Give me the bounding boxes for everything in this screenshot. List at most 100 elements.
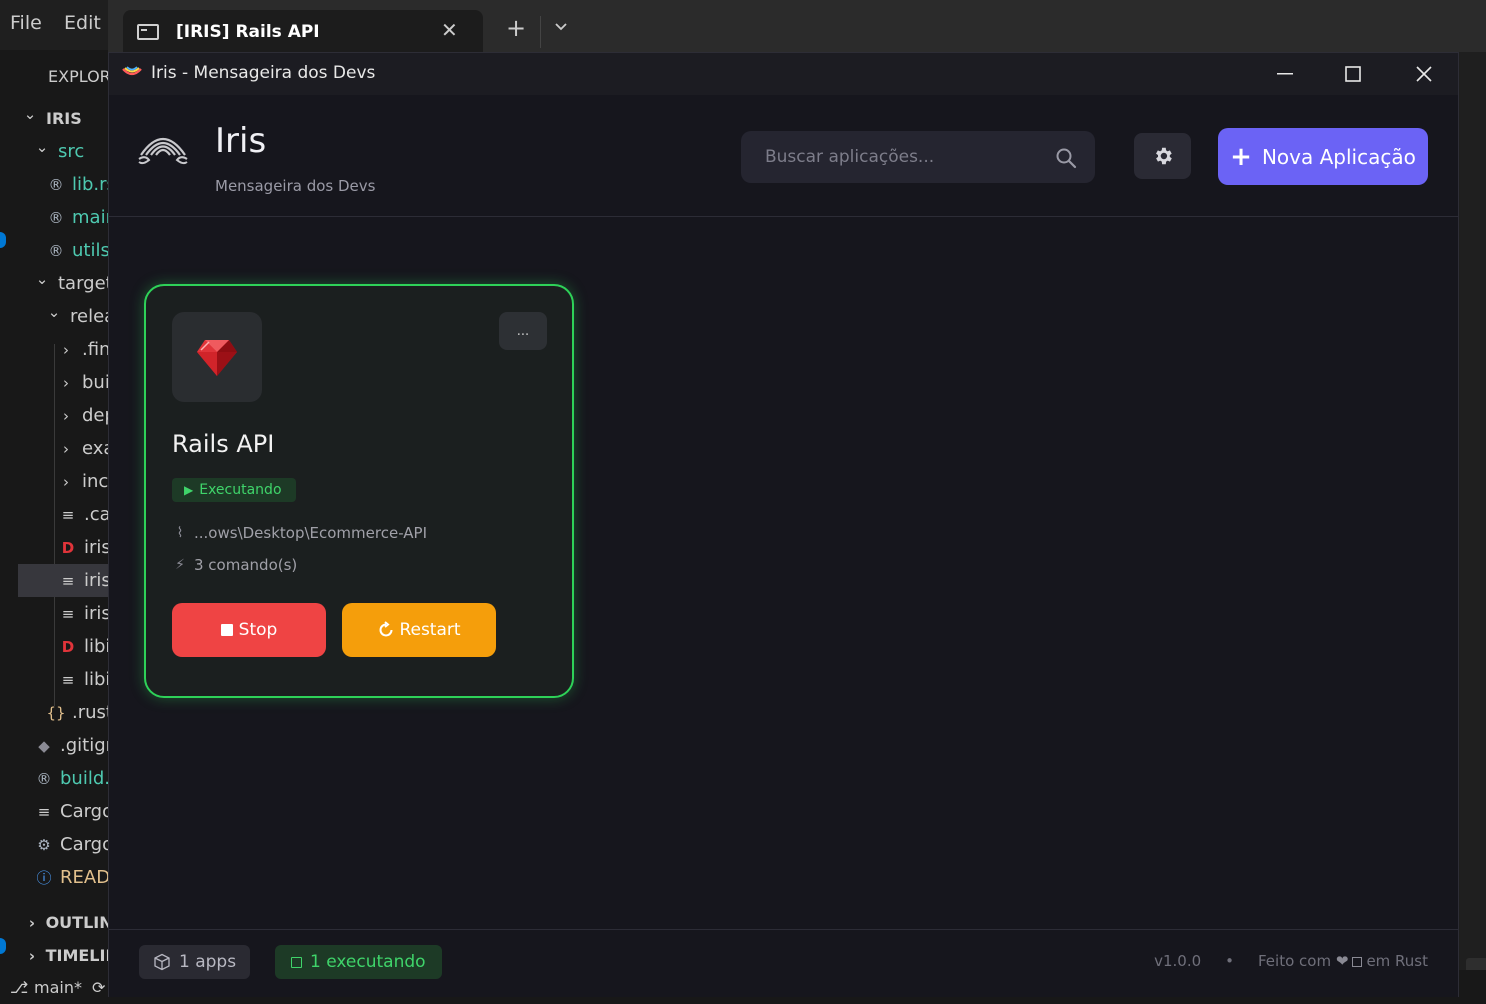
close-button[interactable]	[1389, 53, 1459, 95]
tree-item[interactable]: ⌄ IRIS	[18, 102, 110, 135]
app-path-text: ...ows\Desktop\Ecommerce-API	[194, 524, 428, 542]
terminal-tabbar: [IRIS] Rails API ✕ +	[108, 0, 1486, 52]
tree-item[interactable]: ® main.rs	[18, 201, 111, 234]
rainbow-logo-icon	[138, 138, 188, 165]
tree-item[interactable]: › examples	[18, 432, 110, 465]
stop-button[interactable]: Stop	[172, 603, 326, 657]
explorer-panel: EXPLORER ⌄ IRIS ⌄ src ® lib.rs ® main.rs ® utils.…	[18, 50, 110, 970]
search-icon[interactable]	[1055, 147, 1077, 169]
branch-name[interactable]: main*	[34, 978, 82, 997]
footer-separator: •	[1225, 952, 1234, 970]
running-icon	[291, 956, 302, 968]
tree-item-label: release	[70, 306, 110, 327]
vscode-menubar: File Edit	[0, 0, 108, 50]
tree-item[interactable]: › incremental	[18, 465, 110, 498]
app-path: ⌇ ...ows\Desktop\Ecommerce-API	[172, 524, 427, 542]
stop-icon	[220, 624, 233, 636]
tree-item[interactable]: ≡ iris.pdb	[18, 597, 110, 630]
tree-item-label: .cargo-lock	[84, 504, 110, 525]
tree-item[interactable]: ◆ .gitignore	[18, 729, 110, 762]
chevron-right-icon: ›	[63, 439, 69, 458]
chevron-down-icon: ⌄	[23, 104, 37, 123]
tree-item[interactable]: ⌄ release	[18, 300, 110, 333]
app-name: Rails API	[172, 430, 275, 458]
tree-item-label: iris.pdb	[84, 603, 110, 624]
running-count-badge: 1 executando	[275, 945, 442, 979]
sync-icon[interactable]: ⟳	[92, 978, 105, 997]
apps-grid: ... Rails API ▶ Executando ⌇ ...ows\Desk…	[109, 218, 1458, 928]
stop-label: Stop	[238, 620, 278, 640]
tree-item-label: main.rs	[72, 207, 110, 228]
tree-item[interactable]: › .fingerprint	[18, 333, 110, 366]
tree-item-label: iris.d	[84, 537, 110, 558]
plus-icon: +	[1230, 141, 1252, 172]
tree-item[interactable]: ⓘ README.md	[18, 861, 110, 894]
chevron-down-icon[interactable]	[554, 20, 568, 36]
tree-item-label: .fingerprint	[82, 339, 110, 360]
tree-item[interactable]: ® build.rs	[18, 762, 111, 795]
tree-item[interactable]: ≡ iris.exe	[18, 564, 110, 597]
tree-item[interactable]: › build	[18, 366, 110, 399]
new-app-label: Nova Aplicação	[1261, 144, 1416, 169]
lightning-icon: ⚡	[175, 557, 185, 573]
app-header: Iris Mensageira dos Devs + Nova Aplicaçã…	[109, 95, 1458, 217]
lines-icon: ≡	[61, 670, 75, 689]
tree-item-label: .gitignore	[60, 735, 110, 756]
app-icon	[172, 312, 262, 402]
tree-item[interactable]: ⌄ target	[18, 267, 110, 300]
tree-item[interactable]: ≡ libiris.rlib	[18, 663, 110, 696]
app-logo-icon	[122, 66, 142, 76]
tree-item[interactable]: Dlibiris.d	[18, 630, 110, 663]
chevron-right-icon: ›	[28, 913, 36, 932]
divider	[540, 16, 541, 48]
tree-item[interactable]: › deps	[18, 399, 110, 432]
tree-item[interactable]: ⚙ Cargo.toml	[18, 828, 110, 861]
menu-edit[interactable]: Edit	[64, 12, 101, 34]
terminal-tab[interactable]: [IRIS] Rails API ✕	[123, 10, 483, 52]
outline-section[interactable]: › OUTLINE	[24, 906, 110, 939]
tree-item-label: README.md	[60, 867, 110, 888]
git-icon: ◆	[38, 736, 50, 755]
running-count: 1 executando	[310, 952, 426, 972]
tree-item[interactable]: ≡ Cargo.lock	[18, 795, 110, 828]
new-app-button[interactable]: + Nova Aplicação	[1218, 128, 1428, 185]
tree-item-label: .rustc_info.json	[72, 702, 110, 723]
play-icon: ▶	[184, 483, 194, 497]
close-icon[interactable]: ✕	[441, 18, 458, 42]
chevron-down-icon: ⌄	[47, 302, 61, 321]
rust-icon: ®	[48, 208, 64, 227]
timeline-section[interactable]: › TIMELINE	[24, 939, 110, 970]
restart-label: Restart	[399, 620, 461, 640]
settings-button[interactable]	[1134, 133, 1191, 179]
info-icon: ⓘ	[36, 869, 52, 887]
new-tab-button[interactable]: +	[506, 16, 526, 40]
restart-button[interactable]: Restart	[342, 603, 496, 657]
tree-item[interactable]: {} .rustc_info.json	[18, 696, 110, 729]
tree-item[interactable]: ® utils.rs	[18, 234, 111, 267]
maximize-button[interactable]	[1318, 53, 1388, 95]
iris-window: Iris - Mensageira dos Devs Iris Mensagei…	[108, 52, 1459, 997]
lines-icon: ≡	[61, 604, 75, 623]
tree-item[interactable]: ≡ .cargo-lock	[18, 498, 110, 531]
tree-item-label: libiris.rlib	[84, 669, 110, 690]
tree-item[interactable]: Diris.d	[18, 531, 110, 564]
status-badge: ▶ Executando	[172, 478, 296, 502]
app-card[interactable]: ... Rails API ▶ Executando ⌇ ...ows\Desk…	[144, 284, 574, 698]
search-input[interactable]	[741, 131, 1041, 183]
minimize-button[interactable]	[1250, 53, 1320, 95]
tree-item-label: deps	[82, 405, 110, 426]
tree-item-label: lib.rs	[72, 174, 110, 195]
activity-badge	[0, 232, 6, 248]
chevron-right-icon: ›	[63, 406, 69, 425]
more-options-button[interactable]: ...	[499, 312, 547, 350]
tree-item[interactable]: ⌄ src	[18, 135, 110, 168]
tree-item[interactable]: ® lib.rs	[18, 168, 111, 201]
tree-item-label: utils.rs	[72, 240, 110, 261]
chevron-right-icon: ›	[63, 472, 69, 491]
chevron-right-icon: ›	[63, 340, 69, 359]
tree-item-label: iris.exe	[84, 570, 110, 591]
tree-item-label: Cargo.lock	[60, 801, 110, 822]
braces-icon: {}	[46, 703, 66, 722]
app-commands: ⚡ 3 comando(s)	[172, 556, 297, 574]
menu-file[interactable]: File	[10, 12, 42, 34]
